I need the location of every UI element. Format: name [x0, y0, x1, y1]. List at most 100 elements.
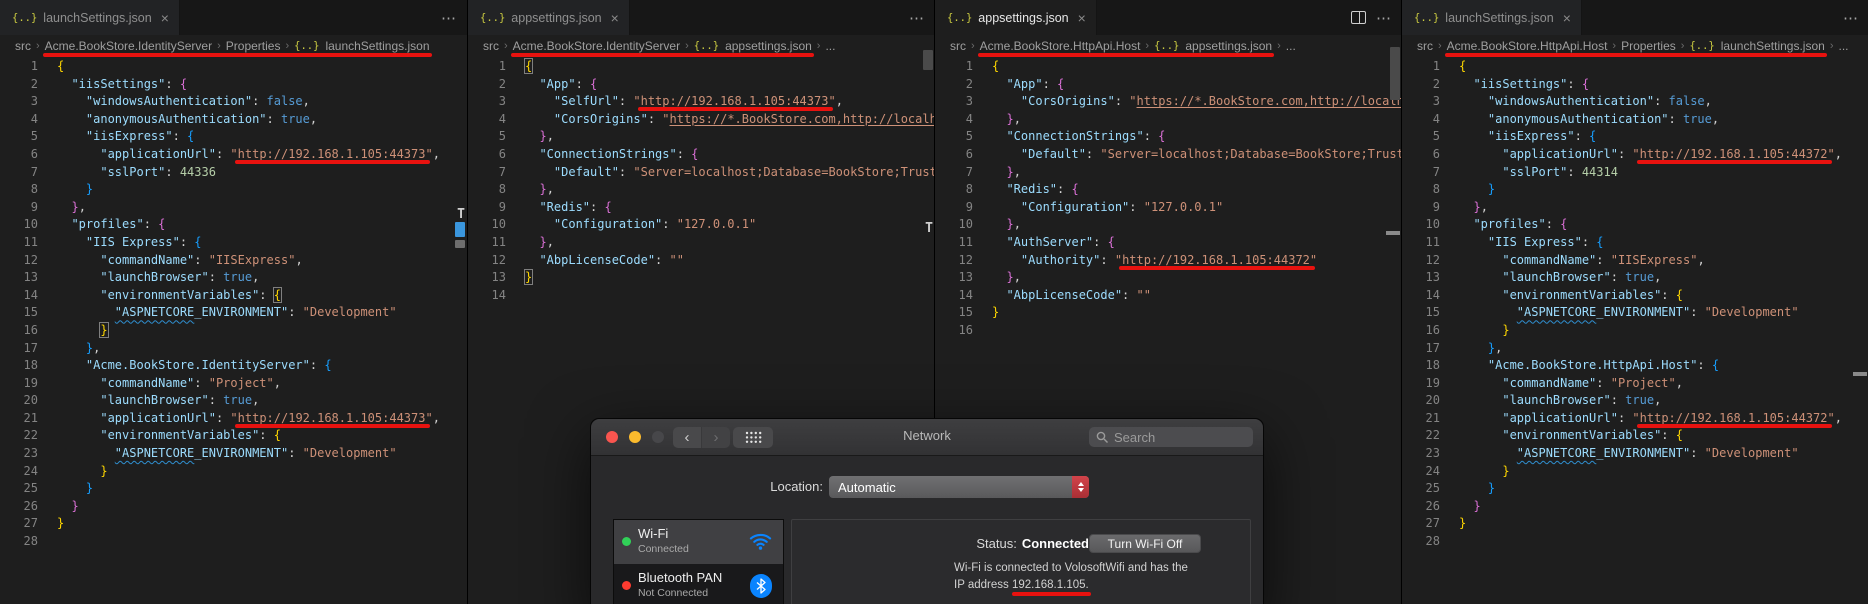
- breadcrumb-item[interactable]: Properties: [226, 39, 281, 53]
- close-icon[interactable]: ×: [161, 11, 169, 25]
- code-token: "Redis": [992, 182, 1058, 197]
- code-line: 15}: [935, 304, 1402, 322]
- breadcrumb-item[interactable]: {..} launchSettings.json: [294, 39, 429, 53]
- split-editor-icon[interactable]: [1351, 11, 1366, 24]
- search-icon: [1096, 431, 1108, 443]
- code-line: 5 "ConnectionStrings": {: [935, 128, 1402, 146]
- code-token: {: [1057, 76, 1065, 91]
- editor-pane-1: {..} launchSettings.json × ⋯ src › Acme.BookSt…: [0, 0, 467, 604]
- chevron-right-icon: ›: [685, 40, 689, 52]
- line-number: 2: [1432, 76, 1440, 91]
- code-line: 1{: [935, 58, 1402, 76]
- code-token: }: [525, 182, 547, 197]
- breadcrumb: src › Acme.BookStore.IdentityServer › {..} ap…: [468, 35, 935, 57]
- breadcrumb-item[interactable]: {..} appsettings.json: [1154, 39, 1272, 53]
- code-token: "Server=localhost;Database=BookStore;Tru…: [1100, 146, 1402, 161]
- code-line: 12 "Authority": "http://192.168.1.105:44…: [935, 252, 1402, 270]
- breadcrumb-item-more[interactable]: ...: [825, 39, 835, 53]
- service-row-wifi[interactable]: Wi-Fi Connected: [614, 520, 783, 564]
- breadcrumb-item-src[interactable]: src: [15, 39, 31, 53]
- code-token: :: [266, 111, 281, 126]
- close-icon[interactable]: ×: [1078, 11, 1086, 25]
- breadcrumb-item[interactable]: {..} appsettings.json: [694, 39, 812, 53]
- line-number: 6: [498, 146, 506, 161]
- line-number: 21: [23, 410, 38, 425]
- code-token: ": [425, 146, 433, 161]
- code-token: "iisExpress": [1459, 129, 1575, 144]
- code-line: 28: [1402, 533, 1868, 551]
- code-line: 8 "Redis": {: [935, 181, 1402, 199]
- code-token: "Server=localhost;Database=BookStore;Tru…: [633, 164, 935, 179]
- code-token: _ENVIRONMENT": [194, 446, 289, 461]
- line-number: 10: [23, 217, 38, 232]
- code-token: "environmentVariables": [57, 428, 260, 443]
- line-number: 10: [958, 217, 973, 232]
- code-token: :: [1617, 146, 1633, 161]
- line-number: 28: [1425, 534, 1440, 549]
- breadcrumb-item[interactable]: Acme.BookStore.IdentityServer: [45, 39, 212, 53]
- code-token: :: [1100, 252, 1115, 267]
- line-number: 23: [1425, 446, 1440, 461]
- service-row-bluetooth[interactable]: Bluetooth PAN Not Connected: [614, 564, 783, 604]
- code-token: ,: [1013, 270, 1021, 285]
- code-token: :: [1057, 182, 1072, 197]
- tab-launchSettings.json[interactable]: {..} launchSettings.json ×: [0, 0, 180, 35]
- code-token: :: [647, 111, 663, 126]
- code-token: :: [655, 252, 670, 267]
- code-token: {: [273, 287, 281, 302]
- code-token: "Development": [1704, 305, 1799, 320]
- breadcrumb-item[interactable]: Acme.BookStore.IdentityServer: [513, 39, 680, 53]
- code-token: {: [1581, 76, 1590, 91]
- close-icon[interactable]: ×: [1563, 11, 1571, 25]
- url-red-marked: http://192.168.1.105:44372: [1639, 146, 1828, 161]
- code-token: ,: [546, 234, 554, 249]
- breadcrumb-item[interactable]: Acme.BookStore.HttpApi.Host: [1447, 39, 1608, 53]
- code-token: :: [618, 164, 634, 179]
- status-dot-green: [622, 537, 631, 546]
- code-editor[interactable]: 1{2 "iisSettings": {3 "windowsAuthentica…: [1402, 58, 1868, 604]
- code-line: 26 }: [0, 498, 467, 516]
- code-token: }: [1459, 322, 1510, 337]
- more-actions-icon[interactable]: ⋯: [909, 9, 925, 27]
- tab-appsettings.json[interactable]: {..} appsettings.json ×: [935, 0, 1097, 35]
- code-token: {: [57, 59, 65, 73]
- code-token: "applicationUrl": [1459, 410, 1618, 425]
- close-icon[interactable]: ×: [611, 11, 619, 25]
- breadcrumb-item-src[interactable]: src: [1417, 39, 1433, 53]
- code-line: 16: [935, 322, 1402, 340]
- breadcrumb-item[interactable]: Properties: [1621, 39, 1676, 53]
- tab-appsettings.json[interactable]: {..} appsettings.json ×: [468, 0, 630, 35]
- code-token: ": [1632, 410, 1640, 425]
- more-actions-icon[interactable]: ⋯: [1843, 9, 1859, 27]
- breadcrumb-item-more[interactable]: ...: [1286, 39, 1296, 53]
- code-token: "commandName": [1459, 375, 1597, 390]
- breadcrumb-item[interactable]: Acme.BookStore.HttpApi.Host: [980, 39, 1141, 53]
- more-actions-icon[interactable]: ⋯: [441, 9, 457, 27]
- code-line: 27}: [1402, 515, 1868, 533]
- code-token: ,: [1834, 410, 1842, 425]
- json-file-icon: {..}: [12, 11, 38, 24]
- turn-wifi-off-button[interactable]: Turn Wi-Fi Off: [1089, 534, 1201, 553]
- json-file-icon: {..}: [1414, 11, 1440, 24]
- breadcrumb-item-src[interactable]: src: [950, 39, 966, 53]
- breadcrumb-item-more[interactable]: ...: [1839, 39, 1849, 53]
- code-token: ,: [432, 146, 440, 161]
- code-editor[interactable]: 1{2 "iisSettings": {3 "windowsAuthentica…: [0, 58, 467, 604]
- more-actions-icon[interactable]: ⋯: [1376, 9, 1392, 27]
- breadcrumb-item-label: Acme.BookStore.IdentityServer: [512, 39, 681, 53]
- breadcrumb-item-src[interactable]: src: [483, 39, 499, 53]
- search-field[interactable]: Search: [1089, 427, 1253, 447]
- network-titlebar[interactable]: ‹ › Network Search: [591, 419, 1263, 456]
- tab-launchSettings.json[interactable]: {..} launchSettings.json ×: [1402, 0, 1582, 35]
- code-line: 15 "ASPNETCORE_ENVIRONMENT": "Developmen…: [0, 304, 467, 322]
- location-dropdown[interactable]: Automatic: [829, 476, 1089, 498]
- breadcrumb-item[interactable]: {..} launchSettings.json: [1689, 39, 1824, 53]
- code-line: 3 "SelfUrl": "http://192.168.1.105:44373…: [468, 93, 935, 111]
- code-line: 7 "sslPort": 44336: [0, 164, 467, 182]
- code-token: :: [208, 393, 224, 408]
- code-line: 8 }: [0, 181, 467, 199]
- code-token: ,: [1013, 111, 1021, 126]
- line-number: 4: [965, 111, 973, 126]
- code-token: {: [1675, 428, 1683, 443]
